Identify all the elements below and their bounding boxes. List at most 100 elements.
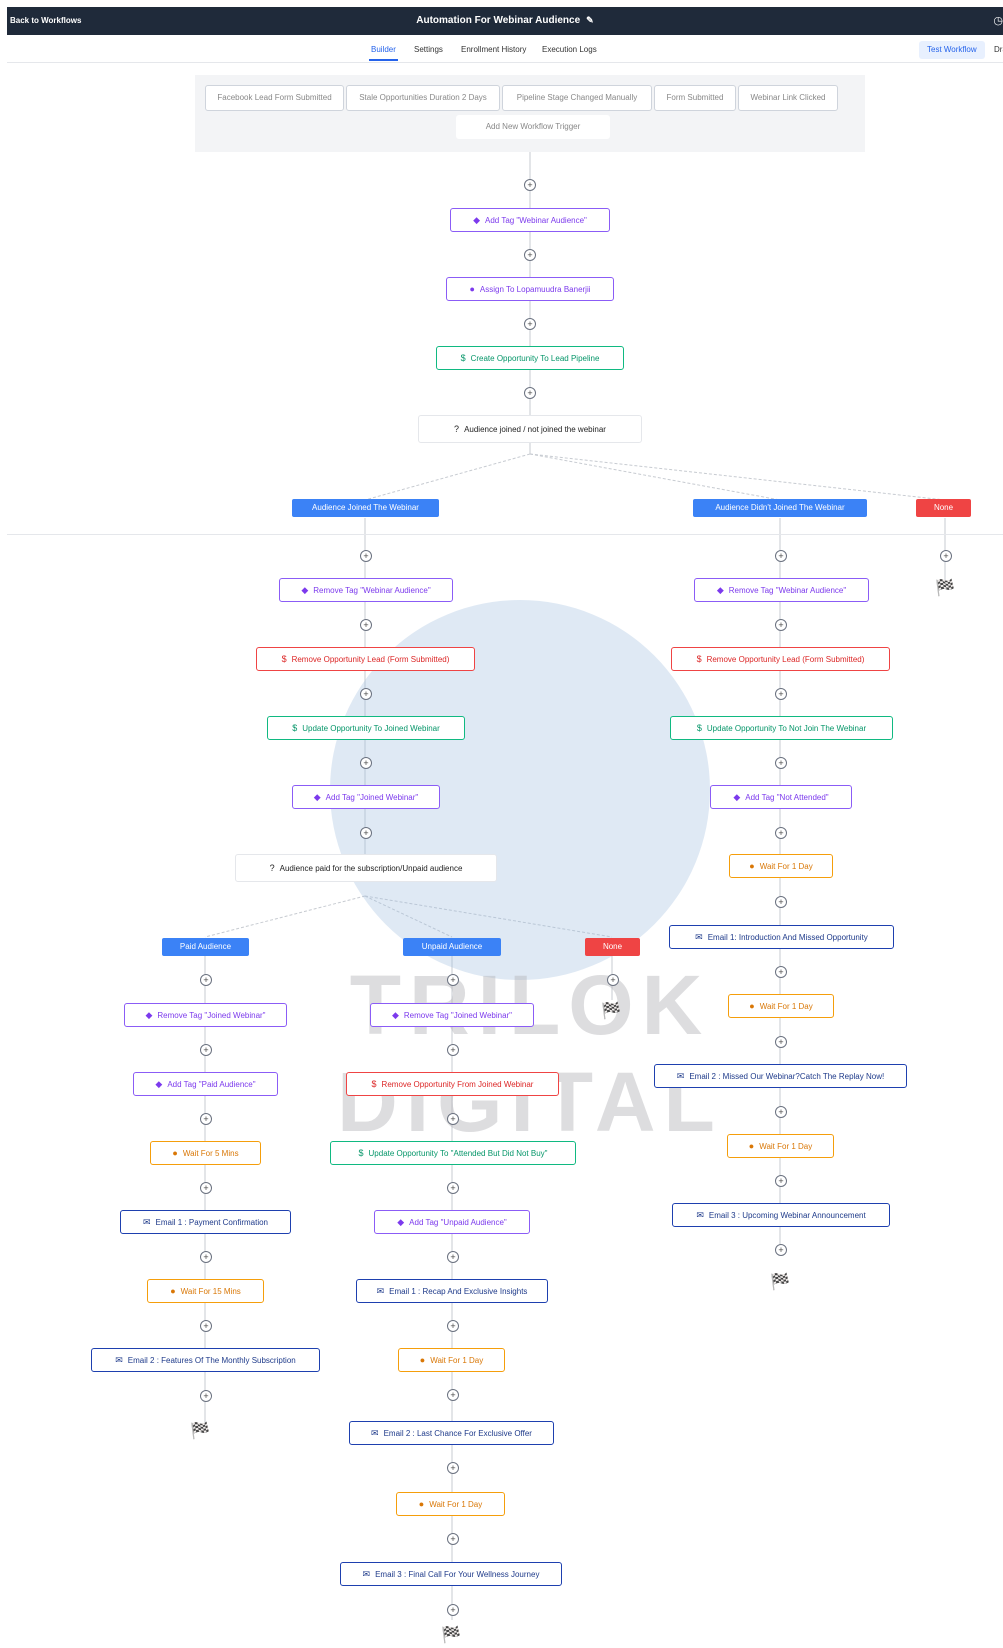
clock-icon: ● xyxy=(170,1286,176,1296)
action-email[interactable]: ✉ Email 2 : Missed Our Webinar?Catch The … xyxy=(654,1064,907,1088)
add-step-plus-icon[interactable]: + xyxy=(775,1106,787,1118)
add-step-plus-icon[interactable]: + xyxy=(200,974,212,986)
add-step-plus-icon[interactable]: + xyxy=(200,1251,212,1263)
finish-flag-icon: 🏁 xyxy=(770,1274,790,1291)
action-add-tag-paid[interactable]: ◆ Add Tag "Paid Audience" xyxy=(133,1072,278,1096)
action-remove-tag[interactable]: ◆ Remove Tag "Webinar Audience" xyxy=(279,578,453,602)
action-wait[interactable]: ● Wait For 1 Day xyxy=(396,1492,505,1516)
branch-audience-not-joined[interactable]: Audience Didn't Joined The Webinar xyxy=(693,499,867,517)
action-email[interactable]: ✉ Email 3 : Final Call For Your Wellness … xyxy=(340,1562,562,1586)
action-email[interactable]: ✉ Email 3 : Upcoming Webinar Announcement xyxy=(672,1203,890,1227)
dollar-icon: $ xyxy=(460,353,466,363)
email-icon: ✉ xyxy=(371,1428,379,1438)
add-step-plus-icon[interactable]: + xyxy=(775,1175,787,1187)
action-wait[interactable]: ● Wait For 1 Day xyxy=(727,1134,834,1158)
action-create-opportunity[interactable]: $ Create Opportunity To Lead Pipeline xyxy=(436,346,624,370)
action-update-opportunity[interactable]: $ Update Opportunity To Not Join The Webi… xyxy=(670,716,893,740)
email-icon: ✉ xyxy=(362,1569,371,1579)
add-step-plus-icon[interactable]: + xyxy=(360,757,372,769)
branch-none[interactable]: None xyxy=(585,938,640,956)
tag-icon: ◆ xyxy=(155,1079,163,1089)
add-step-plus-icon[interactable]: + xyxy=(524,318,536,330)
condition-paid-unpaid[interactable]: ? Audience paid for the subscription/Unpa… xyxy=(235,854,497,882)
add-step-plus-icon[interactable]: + xyxy=(200,1182,212,1194)
action-email[interactable]: ✉ Email 2 : Features Of The Monthly Subsc… xyxy=(91,1348,320,1372)
action-wait[interactable]: ● Wait For 5 Mins xyxy=(150,1141,261,1165)
add-step-plus-icon[interactable]: + xyxy=(775,827,787,839)
add-step-plus-icon[interactable]: + xyxy=(775,1244,787,1256)
email-icon: ✉ xyxy=(676,1071,685,1081)
watermark-text: TRILOK DIGITAL xyxy=(337,958,723,1149)
add-step-plus-icon[interactable]: + xyxy=(447,1604,459,1616)
add-step-plus-icon[interactable]: + xyxy=(447,1044,459,1056)
add-step-plus-icon[interactable]: + xyxy=(775,896,787,908)
action-update-opportunity[interactable]: $ Update Opportunity To Joined Webinar xyxy=(267,716,465,740)
add-step-plus-icon[interactable]: + xyxy=(447,1182,459,1194)
add-step-plus-icon[interactable]: + xyxy=(775,1036,787,1048)
add-step-plus-icon[interactable]: + xyxy=(360,550,372,562)
finish-flag-icon: 🏁 xyxy=(601,1003,621,1020)
add-step-plus-icon[interactable]: + xyxy=(360,619,372,631)
action-email[interactable]: ✉ Email 2 : Last Chance For Exclusive Off… xyxy=(349,1421,554,1445)
add-step-plus-icon[interactable]: + xyxy=(360,688,372,700)
action-email[interactable]: ✉ Email 1: Introduction And Missed Opport… xyxy=(669,925,894,949)
action-wait[interactable]: ● Wait For 1 Day xyxy=(729,854,833,878)
action-add-tag-unpaid[interactable]: ◆ Add Tag "Unpaid Audience" xyxy=(374,1210,530,1234)
add-step-plus-icon[interactable]: + xyxy=(775,688,787,700)
add-step-plus-icon[interactable]: + xyxy=(447,1389,459,1401)
add-step-plus-icon[interactable]: + xyxy=(524,249,536,261)
add-step-plus-icon[interactable]: + xyxy=(447,974,459,986)
action-remove-tag[interactable]: ◆ Remove Tag "Joined Webinar" xyxy=(124,1003,287,1027)
action-add-tag-joined[interactable]: ◆ Add Tag "Joined Webinar" xyxy=(292,785,440,809)
add-step-plus-icon[interactable]: + xyxy=(447,1320,459,1332)
branch-unpaid-audience[interactable]: Unpaid Audience xyxy=(403,938,501,956)
add-step-plus-icon[interactable]: + xyxy=(447,1251,459,1263)
condition-joined-webinar[interactable]: ? Audience joined / not joined the webina… xyxy=(418,415,642,443)
action-add-tag-webinar[interactable]: ◆ Add Tag "Webinar Audience" xyxy=(450,208,610,232)
email-icon: ✉ xyxy=(695,932,703,942)
update-opportunity-icon: $ xyxy=(292,723,298,733)
branch-none[interactable]: None xyxy=(916,499,971,517)
add-step-plus-icon[interactable]: + xyxy=(524,387,536,399)
clock-icon: ● xyxy=(749,1001,755,1011)
action-remove-opportunity[interactable]: $ Remove Opportunity From Joined Webinar xyxy=(346,1072,559,1096)
action-assign-user[interactable]: ● Assign To Lopamuudra Banerjii xyxy=(446,277,614,301)
action-remove-opportunity[interactable]: $ Remove Opportunity Lead (Form Submitted… xyxy=(256,647,475,671)
add-step-plus-icon[interactable]: + xyxy=(200,1113,212,1125)
add-step-plus-icon[interactable]: + xyxy=(360,827,372,839)
add-step-plus-icon[interactable]: + xyxy=(940,550,952,562)
add-step-plus-icon[interactable]: + xyxy=(775,966,787,978)
action-update-opportunity[interactable]: $ Update Opportunity To "Attended But Did… xyxy=(330,1141,576,1165)
remove-tag-icon: ◆ xyxy=(391,1010,399,1020)
action-email[interactable]: ✉ Email 1 : Recap And Exclusive Insights xyxy=(356,1279,548,1303)
action-wait[interactable]: ● Wait For 15 Mins xyxy=(147,1279,264,1303)
finish-flag-icon: 🏁 xyxy=(441,1627,461,1644)
action-add-tag-not-attended[interactable]: ◆ Add Tag "Not Attended" xyxy=(710,785,852,809)
remove-opportunity-icon: $ xyxy=(371,1079,377,1089)
add-step-plus-icon[interactable]: + xyxy=(200,1044,212,1056)
tag-icon: ◆ xyxy=(473,215,480,225)
user-icon: ● xyxy=(469,284,475,294)
action-wait[interactable]: ● Wait For 1 Day xyxy=(728,994,834,1018)
add-step-plus-icon[interactable]: + xyxy=(447,1533,459,1545)
action-email[interactable]: ✉ Email 1 : Payment Confirmation xyxy=(120,1210,291,1234)
action-wait[interactable]: ● Wait For 1 Day xyxy=(398,1348,505,1372)
add-step-plus-icon[interactable]: + xyxy=(524,179,536,191)
add-step-plus-icon[interactable]: + xyxy=(775,550,787,562)
branch-audience-joined[interactable]: Audience Joined The Webinar xyxy=(292,499,439,517)
tag-icon: ◆ xyxy=(733,792,741,802)
add-step-plus-icon[interactable]: + xyxy=(200,1320,212,1332)
add-step-plus-icon[interactable]: + xyxy=(775,757,787,769)
add-step-plus-icon[interactable]: + xyxy=(607,974,619,986)
add-step-plus-icon[interactable]: + xyxy=(447,1113,459,1125)
remove-opportunity-icon: $ xyxy=(696,654,702,664)
action-remove-tag[interactable]: ◆ Remove Tag "Joined Webinar" xyxy=(370,1003,534,1027)
action-remove-opportunity[interactable]: $ Remove Opportunity Lead (Form Submitted… xyxy=(671,647,890,671)
add-step-plus-icon[interactable]: + xyxy=(775,619,787,631)
tag-icon: ◆ xyxy=(313,792,321,802)
action-remove-tag[interactable]: ◆ Remove Tag "Webinar Audience" xyxy=(694,578,869,602)
update-opportunity-icon: $ xyxy=(696,723,702,733)
branch-paid-audience[interactable]: Paid Audience xyxy=(162,938,249,956)
add-step-plus-icon[interactable]: + xyxy=(200,1390,212,1402)
add-step-plus-icon[interactable]: + xyxy=(447,1462,459,1474)
